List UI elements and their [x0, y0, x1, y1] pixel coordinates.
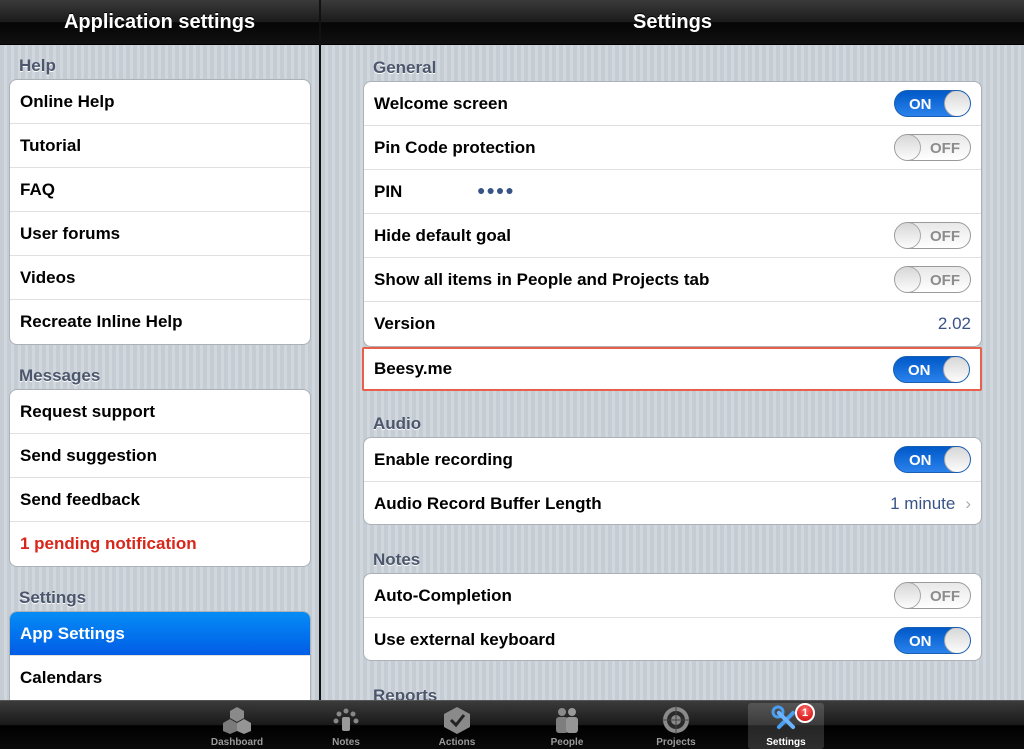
- tab-people[interactable]: People: [529, 703, 605, 749]
- cubes-icon: [223, 707, 251, 734]
- beesy-toggle[interactable]: ON: [893, 355, 970, 383]
- auto-completion-label: Auto-Completion: [374, 585, 512, 605]
- projects-icon: [662, 706, 690, 734]
- beesy-row: Beesy.me ON: [364, 349, 980, 389]
- help-group: Online Help Tutorial FAQ User forums Vid…: [9, 79, 311, 345]
- beesy-label: Beesy.me: [374, 359, 453, 378]
- auto-completion-row: Auto-Completion OFF: [364, 574, 981, 618]
- toggle-knob: [895, 135, 921, 160]
- settings-group: App Settings Calendars: [9, 611, 311, 700]
- notification-badge: 1: [795, 703, 815, 723]
- sidebar-item-recreate-inline-help[interactable]: Recreate Inline Help: [10, 300, 310, 344]
- external-keyboard-label: Use external keyboard: [374, 630, 556, 649]
- external-keyboard-row: Use external keyboard ON: [364, 618, 981, 660]
- section-header-settings: Settings: [19, 588, 87, 607]
- sidebar-item-pending-notification[interactable]: 1 pending notification: [10, 522, 310, 566]
- show-all-items-label: Show all items in People and Projects ta…: [374, 269, 710, 289]
- buffer-length-label: Audio Record Buffer Length: [374, 494, 602, 513]
- sidebar-item-request-support[interactable]: Request support: [10, 390, 310, 434]
- buffer-length-row[interactable]: Audio Record Buffer Length 1 minute ›: [364, 482, 981, 524]
- pin-protection-label: Pin Code protection: [374, 137, 536, 157]
- chevron-right-icon: ›: [965, 494, 971, 513]
- left-header: Application settings: [0, 0, 319, 45]
- tab-projects[interactable]: Projects: [638, 703, 714, 749]
- beesy-group: Beesy.me ON: [362, 347, 982, 391]
- tab-bar: Dashboard Notes Actions People Projects …: [0, 700, 1024, 749]
- auto-completion-toggle[interactable]: OFF: [894, 582, 971, 609]
- pin-label: PIN: [374, 181, 403, 201]
- section-header-reports: Reports: [373, 686, 438, 700]
- tab-actions[interactable]: Actions: [419, 703, 495, 749]
- section-header-notes: Notes: [373, 550, 421, 569]
- toggle-knob: [943, 356, 969, 382]
- tab-settings[interactable]: Settings 1: [748, 703, 824, 749]
- version-value: 2.02: [937, 314, 971, 333]
- toggle-knob: [944, 447, 970, 472]
- pin-protection-row: Pin Code protection OFF: [364, 126, 981, 170]
- external-keyboard-toggle[interactable]: ON: [894, 626, 971, 654]
- enable-recording-toggle[interactable]: ON: [894, 446, 971, 473]
- left-header-title: Application settings: [63, 10, 256, 33]
- toggle-knob: [944, 91, 970, 116]
- pin-value[interactable]: ●●●●: [477, 182, 515, 198]
- section-header-messages: Messages: [19, 366, 101, 385]
- buffer-length-value: 1 minute: [890, 494, 956, 513]
- audio-group: Enable recording ON Audio Record Buffer …: [363, 437, 982, 525]
- sidebar-item-online-help[interactable]: Online Help: [10, 80, 310, 124]
- sidebar-item-send-feedback[interactable]: Send feedback: [10, 478, 310, 522]
- tab-notes[interactable]: Notes: [308, 703, 384, 749]
- notes-group: Auto-Completion OFF Use external keyboar…: [363, 573, 982, 661]
- enable-recording-row: Enable recording ON: [364, 438, 981, 482]
- welcome-screen-toggle[interactable]: ON: [894, 90, 971, 117]
- section-header-general: General: [373, 58, 437, 77]
- actions-icon: [444, 707, 470, 734]
- hide-default-goal-label: Hide default goal: [374, 225, 511, 245]
- section-header-audio: Audio: [373, 414, 422, 433]
- pin-protection-toggle[interactable]: OFF: [894, 134, 971, 161]
- section-header-help: Help: [19, 56, 56, 75]
- show-all-items-toggle[interactable]: OFF: [894, 266, 971, 293]
- version-label: Version: [374, 314, 436, 333]
- right-header-title: Settings: [633, 10, 712, 33]
- sidebar-item-send-suggestion[interactable]: Send suggestion: [10, 434, 310, 478]
- messages-group: Request support Send suggestion Send fee…: [9, 389, 311, 567]
- right-header: Settings: [321, 0, 1024, 45]
- enable-recording-label: Enable recording: [374, 449, 513, 469]
- sidebar[interactable]: Help Online Help Tutorial FAQ User forum…: [0, 45, 319, 700]
- sidebar-item-tutorial[interactable]: Tutorial: [10, 124, 310, 168]
- sidebar-item-faq[interactable]: FAQ: [10, 168, 310, 212]
- people-icon: [556, 708, 578, 733]
- sidebar-item-videos[interactable]: Videos: [10, 256, 310, 300]
- welcome-screen-label: Welcome screen: [374, 93, 508, 113]
- sidebar-item-user-forums[interactable]: User forums: [10, 212, 310, 256]
- settings-detail[interactable]: General Welcome screen ON Pin Code prote…: [321, 45, 1024, 700]
- hide-default-goal-toggle[interactable]: OFF: [894, 222, 971, 249]
- general-group: Welcome screen ON Pin Code protection OF…: [363, 81, 982, 347]
- toggle-knob: [895, 583, 921, 608]
- version-row: Version 2.02: [364, 302, 981, 346]
- notes-icon: [333, 708, 359, 731]
- toggle-knob: [895, 223, 921, 248]
- hide-default-goal-row: Hide default goal OFF: [364, 214, 981, 258]
- sidebar-item-calendars[interactable]: Calendars: [10, 656, 310, 700]
- tab-dashboard[interactable]: Dashboard: [199, 703, 275, 749]
- sidebar-item-app-settings[interactable]: App Settings: [10, 612, 310, 656]
- welcome-screen-row: Welcome screen ON: [364, 82, 981, 126]
- toggle-knob: [944, 627, 970, 653]
- toggle-knob: [895, 267, 921, 292]
- show-all-items-row: Show all items in People and Projects ta…: [364, 258, 981, 302]
- pin-row[interactable]: PIN ●●●●: [364, 170, 981, 214]
